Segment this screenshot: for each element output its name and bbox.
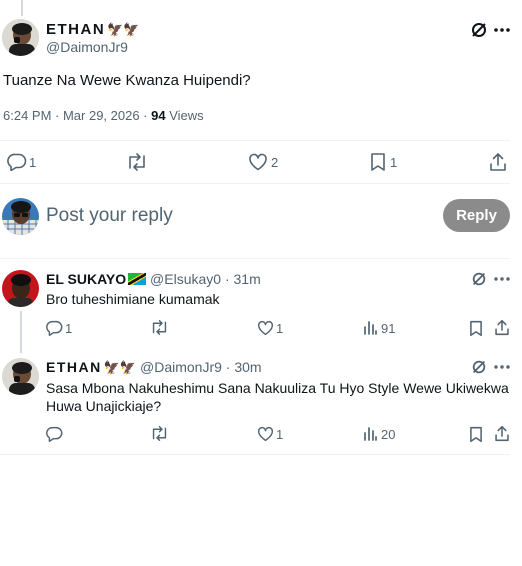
retweet-icon[interactable] xyxy=(150,319,169,336)
more-icon[interactable] xyxy=(494,276,510,282)
reply-icon[interactable] xyxy=(46,320,63,336)
reply1-header: EL SUKAYO @Elsukay0 · 31m xyxy=(46,271,261,287)
reply1-text: Bro tuheshimiane kumamak xyxy=(46,291,220,307)
thread-line-top xyxy=(21,0,23,16)
main-tweet-text: Tuanze Na Wewe Kwanza Huipendi? xyxy=(3,72,251,89)
reply1-age[interactable]: · 31m xyxy=(221,271,261,287)
divider xyxy=(0,258,510,259)
main-author-handle[interactable]: @DaimonJr9 xyxy=(46,39,128,55)
share-icon[interactable] xyxy=(489,152,507,172)
retweet-icon[interactable] xyxy=(126,152,148,172)
views-icon[interactable] xyxy=(363,320,377,335)
views-count: 20 xyxy=(381,427,396,442)
divider xyxy=(0,183,510,184)
reply1-author-name[interactable]: EL SUKAYO xyxy=(46,271,126,287)
divider xyxy=(0,140,510,141)
like-icon[interactable] xyxy=(257,426,274,442)
reply-button[interactable]: Reply xyxy=(443,199,510,232)
grok-icon[interactable] xyxy=(471,359,487,375)
reply2-avatar[interactable] xyxy=(2,358,39,395)
thread-line-reply xyxy=(20,311,22,353)
bookmark-count: 1 xyxy=(390,155,398,170)
bookmark-icon[interactable] xyxy=(370,152,386,172)
composer-avatar[interactable] xyxy=(2,198,39,235)
more-icon[interactable] xyxy=(494,364,510,370)
eagle-emoji: 🦅🦅 xyxy=(103,360,137,375)
views-label: Views xyxy=(165,108,204,123)
eagle-emoji: 🦅🦅 xyxy=(107,22,140,37)
bookmark-icon[interactable] xyxy=(469,320,483,337)
tanzania-flag-emoji xyxy=(128,273,147,285)
divider xyxy=(0,454,510,455)
main-tweet-time[interactable]: 6:24 PM · Mar 29, 2026 · xyxy=(3,108,151,123)
grok-icon[interactable] xyxy=(470,21,488,39)
reply2-text: Sasa Mbona Nakuheshimu Sana Nakuuliza Tu… xyxy=(46,379,509,415)
reply2-text-line1: Sasa Mbona Nakuheshimu Sana Nakuuliza Tu… xyxy=(46,380,509,396)
reply2-text-line2: Huwa Unajickiaje? xyxy=(46,398,162,414)
like-count: 1 xyxy=(276,427,284,442)
like-count: 2 xyxy=(271,155,279,170)
like-icon[interactable] xyxy=(257,320,274,336)
views-icon[interactable] xyxy=(363,426,377,441)
views-count: 94 xyxy=(151,108,166,123)
reply-count: 1 xyxy=(65,321,73,336)
bookmark-icon[interactable] xyxy=(469,426,483,443)
share-icon[interactable] xyxy=(494,319,510,336)
like-icon[interactable] xyxy=(248,153,268,171)
reply2-age[interactable]: · 30m xyxy=(222,359,262,375)
reply1-handle[interactable]: @Elsukay0 xyxy=(150,271,221,287)
views-count: 91 xyxy=(381,321,396,336)
reply2-header: ETHAN 🦅🦅 @DaimonJr9 · 30m xyxy=(46,359,262,376)
reply-icon[interactable] xyxy=(46,426,63,442)
reply2-author-name[interactable]: ETHAN xyxy=(46,359,102,375)
grok-icon[interactable] xyxy=(471,271,487,287)
like-count: 1 xyxy=(276,321,284,336)
reply2-handle[interactable]: @DaimonJr9 xyxy=(140,359,222,375)
retweet-icon[interactable] xyxy=(150,425,169,442)
reply-icon[interactable] xyxy=(7,153,27,171)
reply-count: 1 xyxy=(29,155,37,170)
main-author-avatar[interactable] xyxy=(2,19,39,56)
reply1-avatar[interactable] xyxy=(2,270,39,307)
share-icon[interactable] xyxy=(494,425,510,442)
main-author-name[interactable]: ETHAN 🦅🦅 xyxy=(46,21,140,38)
reply-input[interactable]: Post your reply xyxy=(46,205,173,227)
main-tweet-meta: 6:24 PM · Mar 29, 2026 · 94 Views xyxy=(3,108,204,123)
more-icon[interactable] xyxy=(494,27,510,33)
